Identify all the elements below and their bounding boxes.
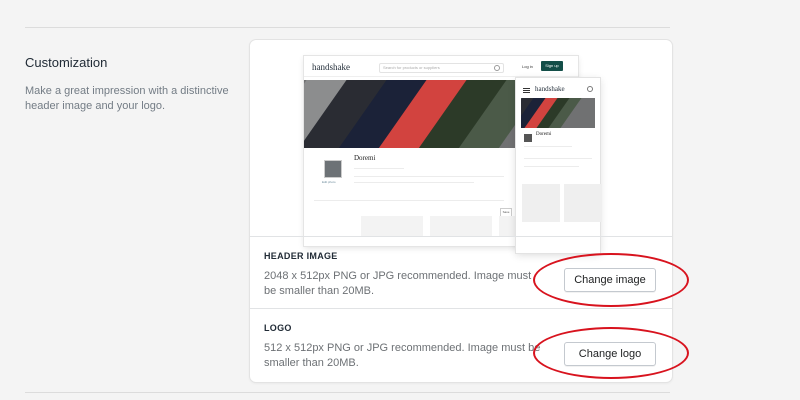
highlight-circle-change-image xyxy=(533,253,689,307)
preview-placeholder-line xyxy=(354,168,404,169)
preview-search-placeholder: Search for products or suppliers xyxy=(383,65,440,70)
mobile-preview-product-tile xyxy=(522,184,560,222)
preview-brand: handshake xyxy=(312,62,350,72)
preview-product-tile xyxy=(361,216,423,236)
section-divider-top xyxy=(25,27,670,28)
section-title: Customization xyxy=(25,55,108,70)
menu-icon xyxy=(523,88,530,89)
logo-description: 512 x 512px PNG or JPG recommended. Imag… xyxy=(264,342,541,369)
header-image-label: HEADER IMAGE xyxy=(264,251,338,261)
section-description: Make a great impression with a distincti… xyxy=(25,85,229,112)
section-intro: Customization Make a great impression wi… xyxy=(25,55,235,114)
mobile-preview-brand: handshake xyxy=(535,85,565,93)
preview-logo-caption: Edit photo xyxy=(322,180,336,184)
preview-search: Search for products or suppliers xyxy=(379,63,504,73)
preview-logo xyxy=(324,160,342,178)
mobile-preview-store-name: Doremi xyxy=(536,132,552,137)
preview-placeholder-line xyxy=(354,182,474,183)
preview-placeholder-line xyxy=(354,176,504,177)
highlight-circle-change-logo xyxy=(533,327,689,379)
preview-signup: Sign up xyxy=(541,61,563,71)
mobile-preview-product-tile xyxy=(564,184,602,222)
mobile-preview: handshake Doremi xyxy=(516,78,602,253)
storefront-preview: handshake Search for products or supplie… xyxy=(250,40,672,253)
mobile-preview-logo xyxy=(524,134,532,142)
preview-placeholder-line xyxy=(524,146,572,147)
preview-placeholder-line xyxy=(524,158,592,159)
search-icon xyxy=(494,65,500,71)
preview-navbar: handshake Search for products or supplie… xyxy=(304,56,578,77)
logo-label: LOGO xyxy=(264,323,292,333)
preview-login: Log in xyxy=(522,64,533,69)
header-image-description: 2048 x 512px PNG or JPG recommended. Ima… xyxy=(264,270,532,297)
preview-placeholder-line xyxy=(524,166,579,167)
preview-store-name: Doremi xyxy=(354,154,376,162)
preview-product-tile xyxy=(430,216,492,236)
preview-placeholder-line xyxy=(314,200,504,201)
mobile-preview-header-image xyxy=(521,98,595,128)
section-divider-bottom xyxy=(25,392,670,393)
search-icon xyxy=(587,86,593,92)
